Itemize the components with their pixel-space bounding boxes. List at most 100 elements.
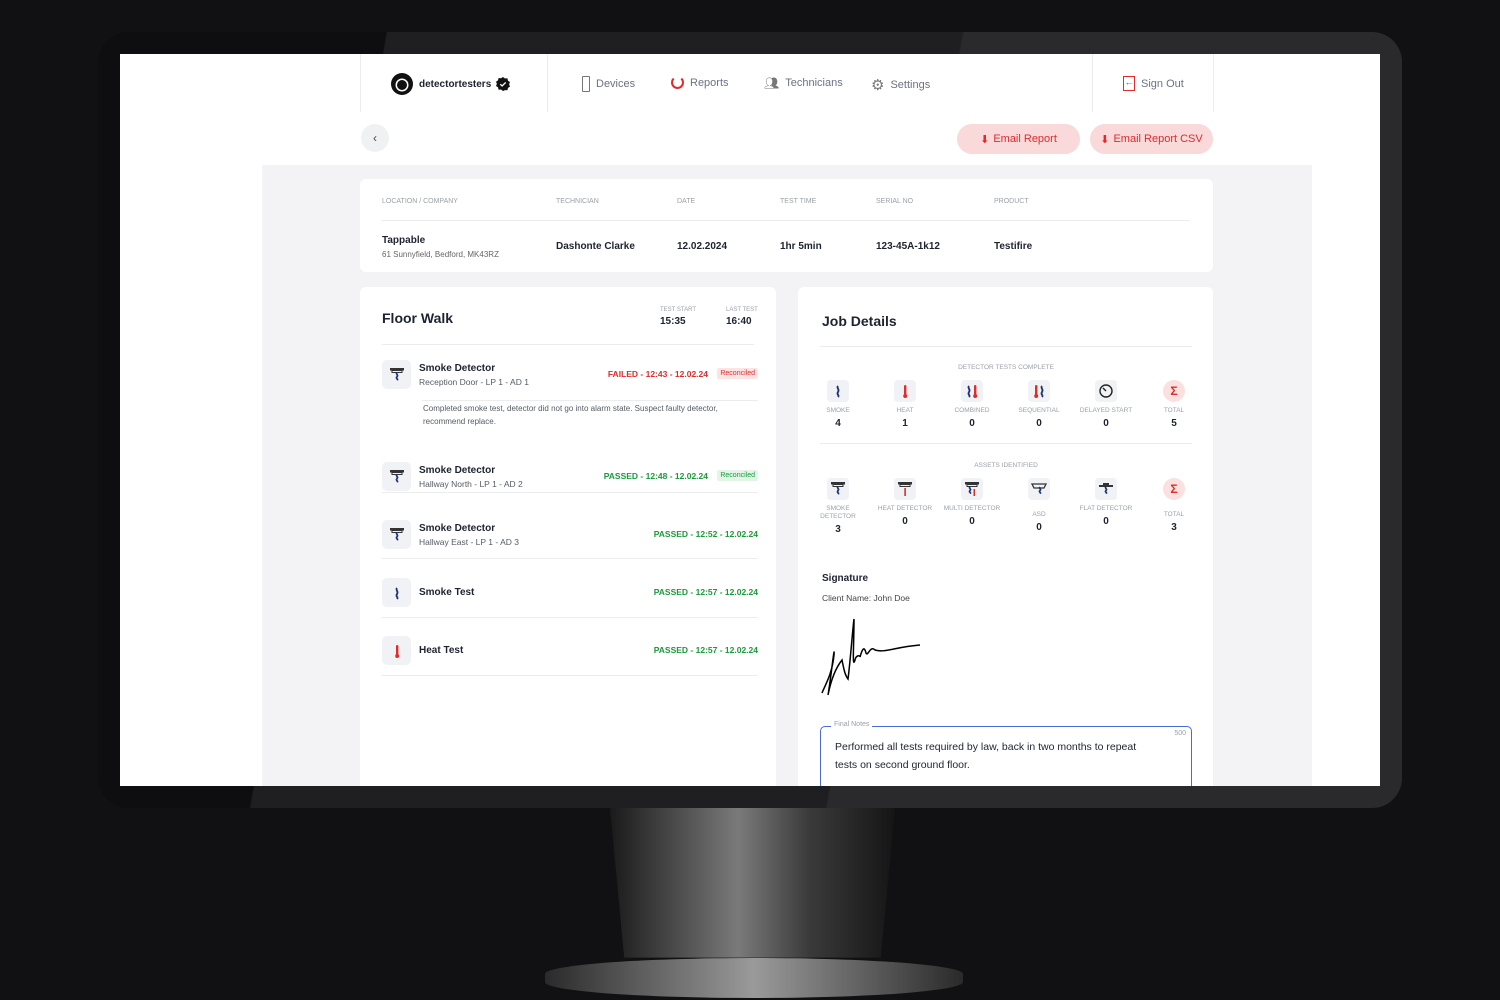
stat-label: ASD [1032,511,1046,518]
logo-icon [391,73,413,95]
row-location: Reception Door - LP 1 - AD 1 [419,377,529,387]
floor-walk-row[interactable]: Heat Test PASSED - 12:57 - 12.02.24 [382,636,758,666]
stat-label: Sequential [1018,407,1060,414]
stat-label: Total [1163,511,1185,518]
reconciled-badge: Reconciled [717,470,758,481]
divider [382,344,754,345]
stat-value: 4 [835,418,841,429]
stat-label: Total [1163,407,1185,414]
stat-label: Combined [954,407,990,414]
smoke-detector-icon [382,360,411,389]
nav-label: Technicians [785,77,843,89]
company-address: 61 Sunnyfield, Bedford, MK43RZ [382,250,499,259]
reconciled-badge: Reconciled [717,368,758,379]
download-icon: ⬇ [980,133,990,146]
nav-settings[interactable]: ⚙ Settings [871,76,930,94]
email-report-csv-button[interactable]: ⬇ Email Report CSV [1090,124,1213,154]
sign-out-label: Sign Out [1141,77,1184,90]
email-report-button[interactable]: ⬇ Email Report [957,124,1080,154]
floor-walk-row[interactable]: Smoke Detector Reception Door - LP 1 - AD… [382,360,758,390]
button-label: Email Report CSV [1113,133,1203,145]
divider [820,443,1192,444]
sign-out-icon: ← [1123,76,1135,91]
stat-label: Multi Detector [943,505,1001,512]
smoke-detector-icon [382,520,411,549]
row-title: Smoke Detector [419,363,496,374]
row-location: Hallway North - LP 1 - AD 2 [419,479,523,489]
smoke-icon [827,380,849,402]
row-location: Hallway East - LP 1 - AD 3 [419,537,519,547]
test-time-value: 1hr 5min [780,241,822,252]
brand-logo[interactable]: detectortesters [390,72,511,96]
column-header: Location / Company [382,198,458,205]
row-status: PASSED - 12:57 - 12.02.24 [653,645,758,655]
column-header: Date [677,198,696,205]
stat-heat-detector: Heat Detector 0 [875,478,935,527]
stat-smoke: Smoke 4 [808,380,868,429]
divider [382,492,758,493]
product-value: Testifire [994,241,1033,252]
test-start-label: Test Start [660,307,697,313]
stat-value: 1 [902,418,908,429]
final-notes-label: Final Notes [831,721,873,728]
company-name: Tappable [382,235,426,246]
stat-value: 3 [835,524,841,535]
stat-asd: ASD 0 [1009,478,1069,533]
stat-total: Σ Total 3 [1144,478,1204,533]
button-label: Email Report [993,133,1057,145]
divider [382,220,1190,221]
last-test-value: 16:40 [726,316,752,327]
nav-label: Devices [596,78,636,90]
smoke-detector-icon [827,478,849,500]
divider [382,675,758,676]
stat-label: Heat Detector [877,505,933,512]
stat-value: 0 [1103,516,1109,527]
nav-technicians[interactable]: 👥︎ Technicians [764,76,843,90]
divider [382,617,758,618]
reports-ring-icon [671,76,684,89]
stat-value: 0 [969,516,975,527]
floor-walk-row[interactable]: Smoke Detector Hallway East - LP 1 - AD 3… [382,520,758,550]
technician-value: Dashonte Clarke [556,241,635,252]
final-notes-field[interactable]: Final Notes 500 Performed all tests requ… [820,721,1192,786]
assets-section-label: Assets Identified [974,462,1038,469]
flat-detector-icon [1095,478,1117,500]
back-button[interactable]: ‹ [361,124,389,152]
stat-label: Flat Detector [1079,505,1133,512]
stat-smoke-detector: Smoke Detector 3 [808,478,868,535]
nav-reports[interactable]: Reports [671,76,729,89]
asd-icon [1028,478,1050,500]
column-header: Product [994,198,1029,205]
stat-label: Delayed Start [1079,407,1133,414]
sign-out-button[interactable]: ← Sign Out [1123,76,1184,91]
stat-combined: Combined 0 [942,380,1002,429]
combined-icon [961,380,983,402]
row-title: Heat Test [419,645,464,656]
floor-walk-row[interactable]: Smoke Test PASSED - 12:57 - 12.02.24 [382,578,758,608]
row-status: PASSED - 12:52 - 12.02.24 [653,529,758,539]
smoke-detector-icon [382,462,411,491]
floor-walk-title: Floor Walk [382,310,454,326]
heat-detector-icon [894,478,916,500]
screen: detectortesters Devices Reports 👥︎ Techni… [120,54,1380,786]
download-icon: ⬇ [1100,133,1110,146]
brand-name: detectortesters [419,78,492,90]
signature-image [821,618,921,696]
stat-flat-detector: Flat Detector 0 [1076,478,1136,527]
nav-label: Settings [890,79,931,91]
test-start-value: 15:35 [660,316,686,327]
column-header: Test Time [780,198,817,205]
sigma-icon: Σ [1163,380,1185,402]
sequential-icon [1028,380,1050,402]
stat-label: Smoke [826,407,850,414]
row-status: FAILED - 12:43 - 12.02.24 [607,369,708,379]
nav-devices[interactable]: Devices [582,76,635,92]
client-name: Client Name: John Doe [822,593,910,603]
floor-walk-row[interactable]: Smoke Detector Hallway North - LP 1 - AD … [382,462,758,492]
stat-value: 3 [1171,522,1177,533]
stat-value: 5 [1171,418,1177,429]
timer-icon [1095,380,1117,402]
final-notes-text: Performed all tests required by law, bac… [835,741,1137,771]
divider [422,400,758,401]
verified-badge-icon [496,77,511,91]
